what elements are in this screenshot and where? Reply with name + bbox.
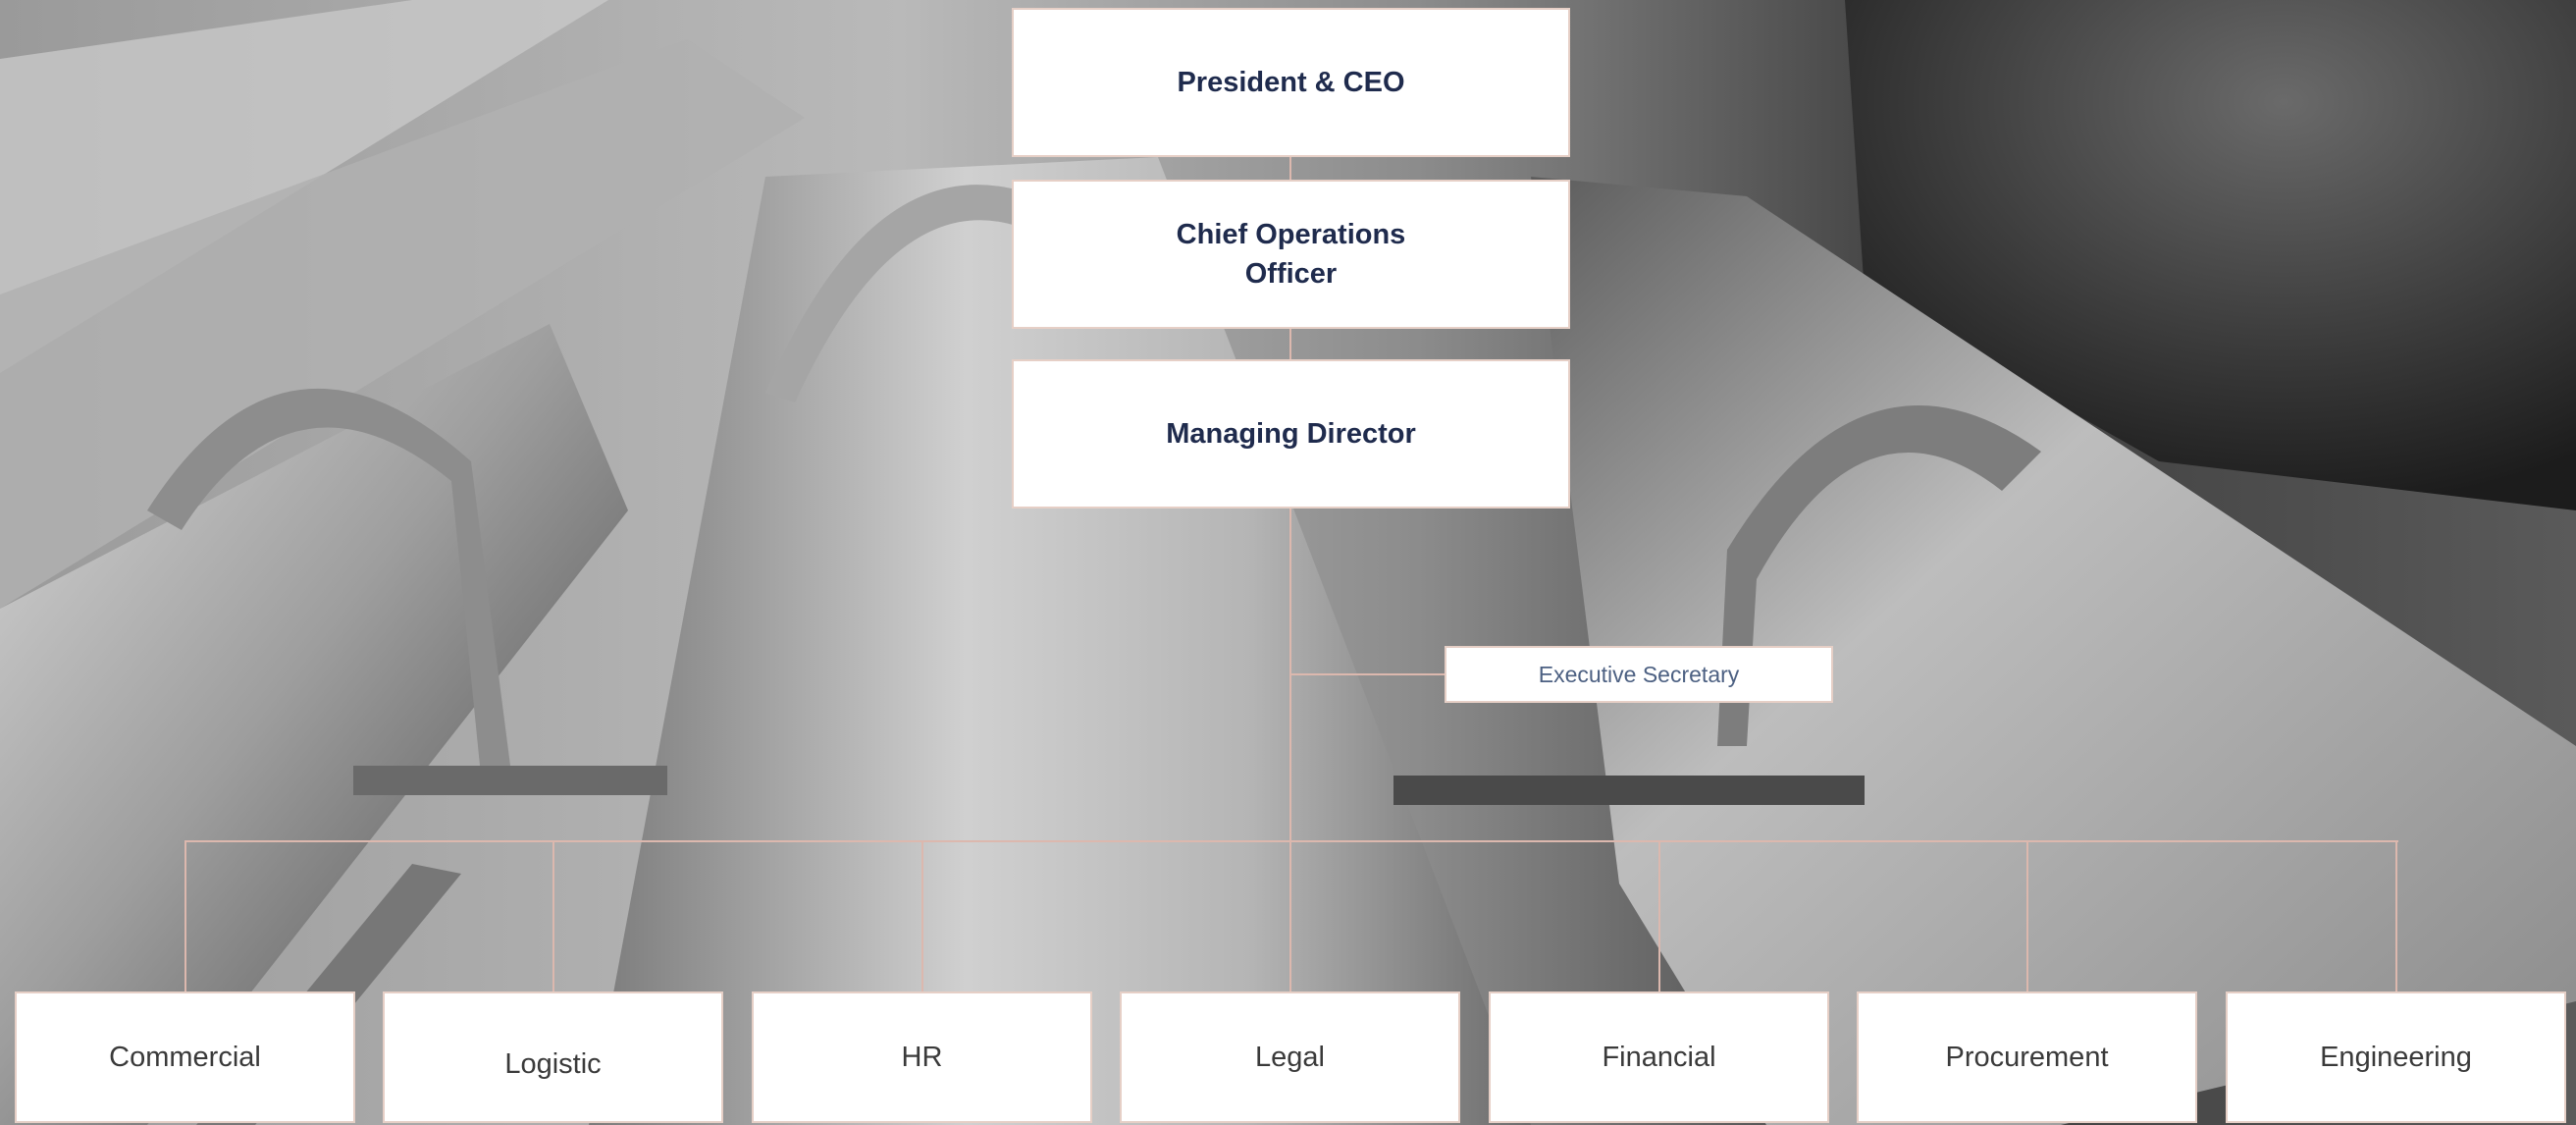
department-label: Procurement <box>1945 1041 2109 1073</box>
connector-departments-bar <box>184 840 2398 842</box>
org-chart: President & CEO Chief Operations Officer… <box>0 0 2576 1125</box>
connector-secretary <box>1289 673 1446 675</box>
department-box-procurement: Procurement <box>1857 991 2197 1123</box>
department-box-logistic: Logistic <box>383 991 723 1123</box>
connector-ceo-coo <box>1289 155 1291 183</box>
connector-dept-commercial <box>184 840 186 991</box>
department-label: Financial <box>1602 1041 1716 1073</box>
department-box-commercial: Commercial <box>15 991 355 1123</box>
connector-dept-hr <box>921 840 923 991</box>
department-box-legal: Legal <box>1120 991 1460 1123</box>
coo-box: Chief Operations Officer <box>1012 180 1570 329</box>
department-label: Legal <box>1255 1041 1325 1073</box>
connector-coo-md <box>1289 327 1291 362</box>
connector-dept-engineering <box>2395 840 2397 991</box>
president-ceo-label: President & CEO <box>1177 67 1405 98</box>
department-label: Logistic <box>504 1047 602 1080</box>
president-ceo-box: President & CEO <box>1012 8 1570 157</box>
executive-secretary-box: Executive Secretary <box>1445 646 1833 703</box>
department-box-hr: HR <box>752 991 1092 1123</box>
department-box-engineering: Engineering <box>2226 991 2566 1123</box>
department-label: Commercial <box>109 1041 261 1073</box>
managing-director-box: Managing Director <box>1012 359 1570 509</box>
department-label: HR <box>901 1041 943 1073</box>
connector-md-departments <box>1289 507 1291 991</box>
executive-secretary-label: Executive Secretary <box>1538 661 1740 687</box>
connector-dept-financial <box>1658 840 1660 991</box>
connector-dept-procurement <box>2026 840 2028 991</box>
connector-dept-logistic <box>552 840 554 991</box>
department-box-financial: Financial <box>1489 991 1829 1123</box>
coo-label: Chief Operations Officer <box>1176 219 1406 290</box>
managing-director-label: Managing Director <box>1166 418 1416 450</box>
department-label: Engineering <box>2320 1041 2472 1073</box>
